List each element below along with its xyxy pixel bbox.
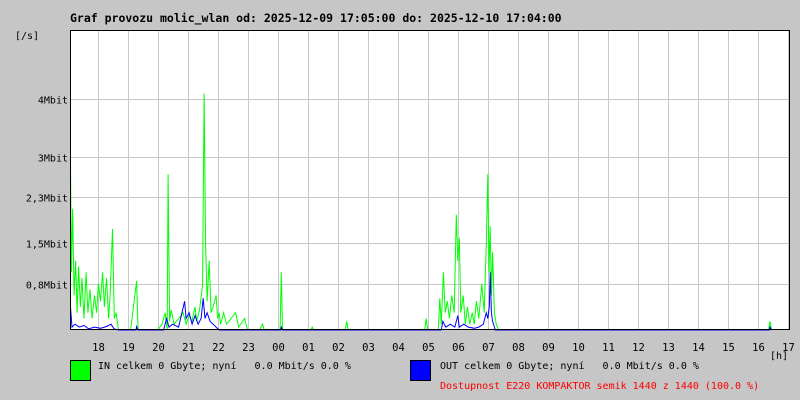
y-tick-label: 0,8Mbit xyxy=(26,281,68,292)
x-tick-label: 01 xyxy=(302,342,315,354)
x-tick-label: 14 xyxy=(692,342,705,354)
x-tick-label: 02 xyxy=(332,342,345,354)
legend-in-text: IN celkem 0 Gbyte; nyní 0.0 Mbit/s 0.0 % xyxy=(98,361,351,372)
x-tick-label: 22 xyxy=(212,342,225,354)
x-tick-label: 12 xyxy=(632,342,645,354)
x-tick-label: 11 xyxy=(602,342,615,354)
x-tick-label: 15 xyxy=(722,342,735,354)
y-tick-label: 3Mbit xyxy=(38,154,68,165)
availability-text: Dostupnost E220 KOMPAKTOR semik 1440 z 1… xyxy=(440,381,760,392)
y-tick-label: 4Mbit xyxy=(38,96,68,107)
x-tick-label: 19 xyxy=(122,342,135,354)
x-tick-label: 13 xyxy=(662,342,675,354)
x-tick-label: 10 xyxy=(572,342,585,354)
x-tick-label: 07 xyxy=(482,342,495,354)
x-tick-label: 06 xyxy=(452,342,465,354)
x-tick-label: 05 xyxy=(422,342,435,354)
legend-in-swatch xyxy=(70,360,91,381)
legend-out-swatch xyxy=(410,360,431,381)
x-tick-label: 21 xyxy=(182,342,195,354)
legend-out-text: OUT celkem 0 Gbyte; nyní 0.0 Mbit/s 0.0 … xyxy=(440,361,699,372)
x-tick-label: 03 xyxy=(362,342,375,354)
x-tick-label: 08 xyxy=(512,342,525,354)
x-tick-label: 20 xyxy=(152,342,165,354)
y-tick-label: 2,3Mbit xyxy=(26,194,68,205)
x-tick-label: 18 xyxy=(92,342,105,354)
traffic-chart: 18 19 20 21 22 23 00 01 02 03 04 05 06 07 08 09 10 11 12 13… xyxy=(26,30,795,354)
y-tick-label: 1,5Mbit xyxy=(26,240,68,251)
x-tick-label: 04 xyxy=(392,342,405,354)
x-tick-label: 16 xyxy=(752,342,765,354)
x-tick-label: 23 xyxy=(242,342,255,354)
x-tick-label: 00 xyxy=(272,342,285,354)
x-tick-label: 17 xyxy=(782,342,795,354)
x-tick-label: 09 xyxy=(542,342,555,354)
